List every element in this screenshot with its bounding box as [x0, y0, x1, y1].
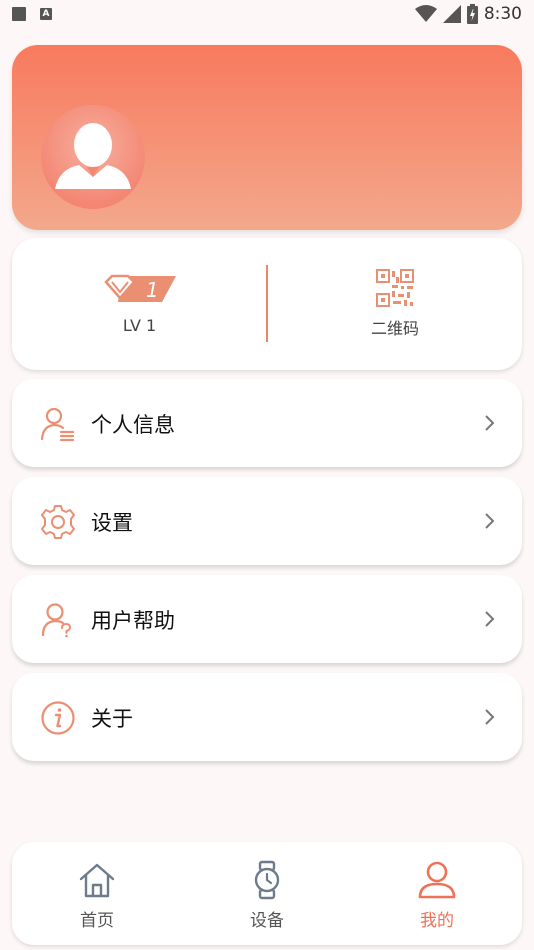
level-block[interactable]: 1 LV 1	[12, 238, 267, 370]
watch-icon	[254, 860, 280, 900]
home-icon	[79, 863, 115, 898]
battery-icon	[466, 4, 478, 24]
nav-label-device: 设备	[250, 911, 284, 931]
status-left: A	[12, 7, 52, 21]
menu-label-settings: 设置	[91, 511, 133, 535]
qr-label: 二维码	[370, 319, 419, 338]
wifi-icon	[414, 5, 437, 22]
nav-label-home: 首页	[80, 911, 114, 931]
nav-tab-profile[interactable]: 我的	[352, 842, 522, 945]
profile-icon	[418, 861, 456, 899]
settings-gear-icon	[41, 505, 75, 539]
nav-tab-home[interactable]: 首页	[12, 842, 182, 945]
signal-icon	[442, 5, 461, 23]
profile-header-card	[12, 45, 522, 230]
nav-tab-device[interactable]: 设备	[182, 842, 352, 945]
user-help-icon	[41, 603, 72, 638]
menu-item-about[interactable]: 关于	[12, 673, 522, 761]
chevron-right-icon	[485, 513, 495, 529]
menu-label-personal-info: 个人信息	[91, 413, 175, 437]
chevron-right-icon	[485, 709, 495, 725]
square-icon	[12, 7, 26, 21]
qr-code-button[interactable]: 二维码	[268, 238, 522, 370]
bottom-navigation: 首页 设备 我的	[12, 842, 522, 945]
personal-info-icon	[40, 407, 75, 442]
nav-label-profile: 我的	[420, 911, 454, 931]
status-bar: A 8:30	[0, 0, 534, 28]
badge-number: 1	[146, 278, 159, 302]
level-card: 1 LV 1 二维码	[12, 238, 522, 370]
a-icon: A	[40, 8, 52, 20]
diamond-level-badge-icon: 1	[103, 274, 176, 302]
menu-label-user-help: 用户帮助	[91, 609, 175, 633]
status-time: 8:30	[483, 4, 522, 24]
menu-item-personal-info[interactable]: 个人信息	[12, 379, 522, 467]
info-icon	[41, 701, 75, 735]
qr-code-icon	[376, 269, 414, 307]
chevron-right-icon	[485, 611, 495, 627]
menu-label-about: 关于	[91, 707, 133, 731]
status-right: 8:30	[414, 4, 522, 24]
chevron-right-icon	[485, 415, 495, 431]
user-avatar-icon[interactable]	[41, 105, 145, 209]
menu-item-user-help[interactable]: 用户帮助	[12, 575, 522, 663]
level-label: LV 1	[122, 315, 157, 335]
menu-item-settings[interactable]: 设置	[12, 477, 522, 565]
